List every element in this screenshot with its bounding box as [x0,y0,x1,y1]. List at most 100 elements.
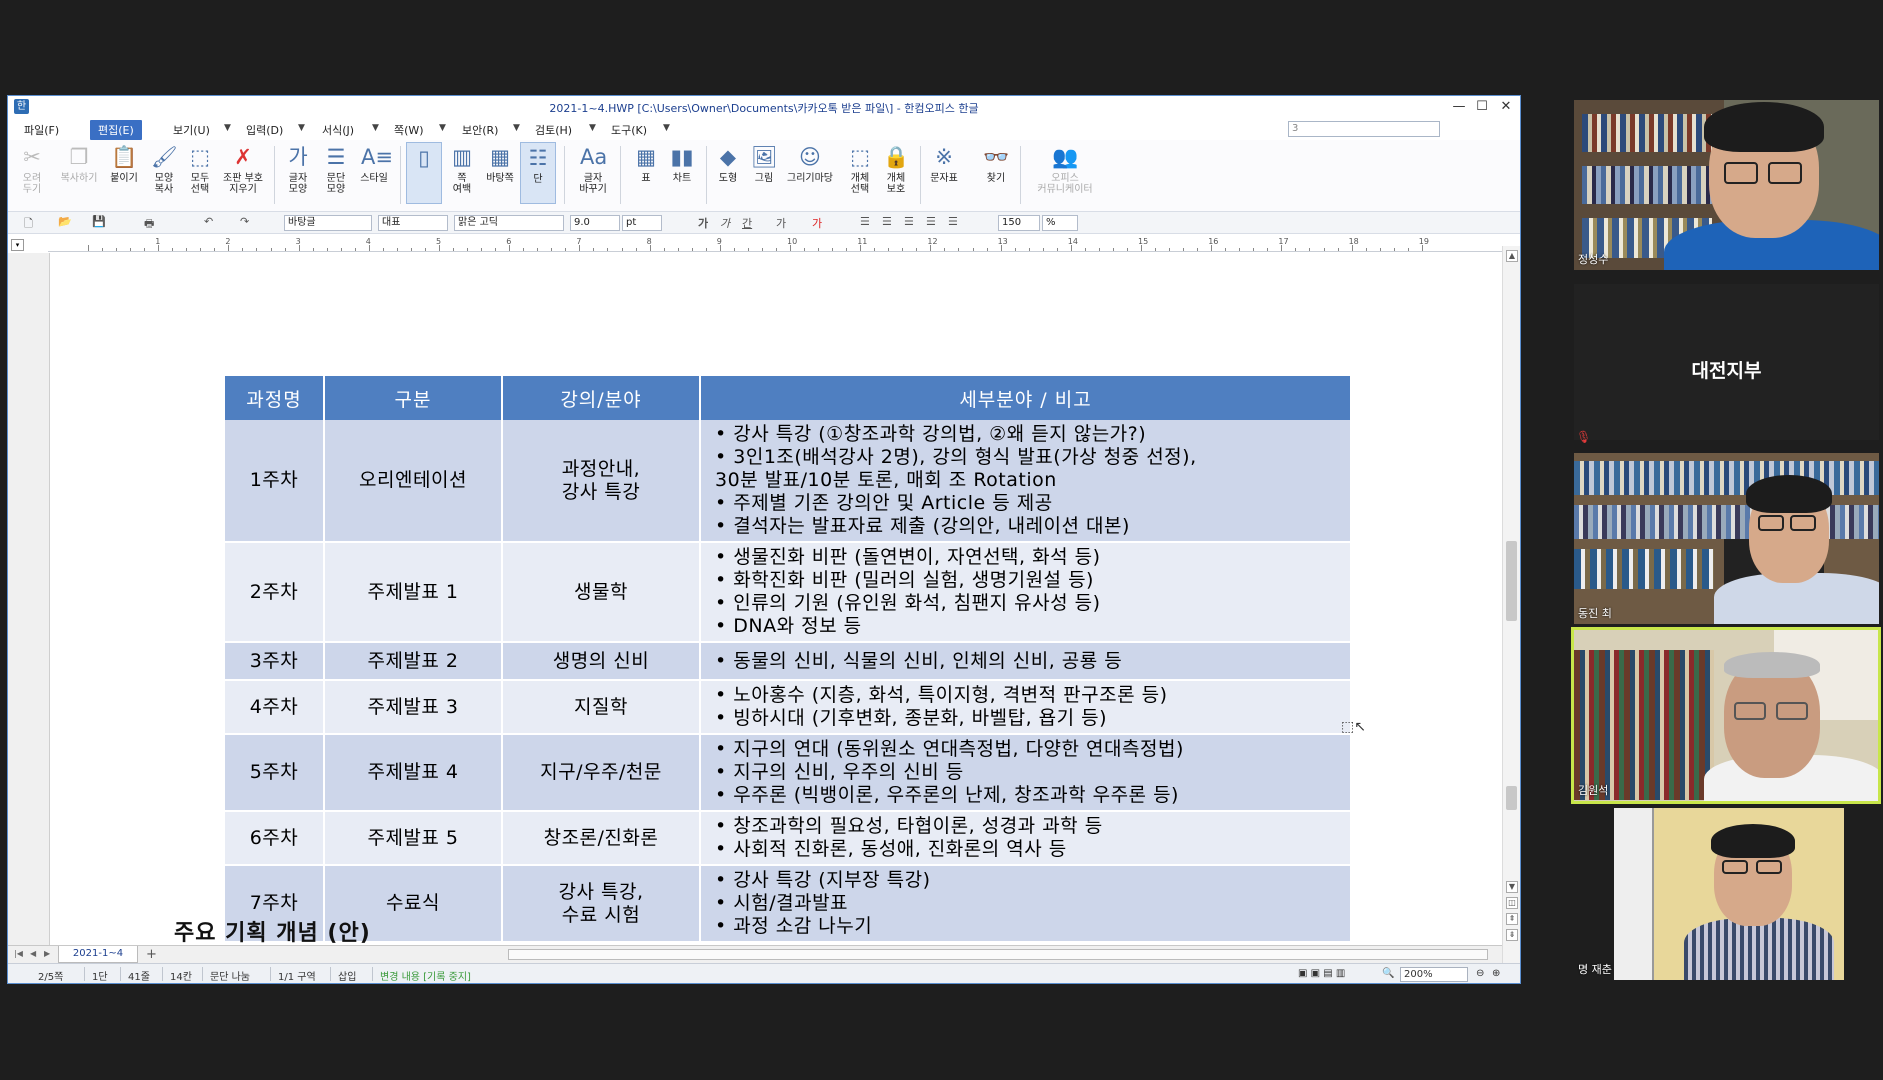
align-right-icon[interactable]: ☰ [926,215,936,228]
tab-next-icon[interactable]: ▶ [44,949,50,958]
menu-review[interactable]: 검토(H) [535,122,572,138]
line-spacing-unit[interactable]: % [1042,215,1078,231]
menu-tools[interactable]: 도구(K) [611,122,647,138]
view-mode-icon[interactable]: ▣ ▣ ▤ ▥ [1298,968,1345,979]
open-folder-icon[interactable]: 📂 [58,215,72,228]
scroll-up-icon[interactable]: ▲ [1506,250,1518,262]
horizontal-scrollbar[interactable] [508,949,1488,960]
drawing-gallery-button[interactable]: ☺ 그리기마당 [784,142,836,184]
zoom-out-icon[interactable]: ⊖ [1476,968,1484,979]
menu-view[interactable]: 보기(U) [173,122,210,138]
italic-icon[interactable]: 가 [720,215,730,231]
participant-tile[interactable]: 명 재춘 [1574,808,1879,980]
paste-button[interactable]: 📋 붙이기 [106,142,142,184]
menu-insert[interactable]: 입력(D) [246,122,283,138]
para-shape-button[interactable]: ☰ 문단 모양 [318,142,354,195]
ruler-tick [635,248,637,251]
char-shape-button[interactable]: 가 글자 모양 [280,142,316,195]
ruler-tick [1169,248,1171,251]
strikethrough-icon[interactable]: 가 [776,215,786,231]
ruler-tick [537,248,539,251]
menu-file[interactable]: 파일(F) [24,122,59,138]
new-doc-icon[interactable]: 🗋 [24,215,33,234]
document-tab[interactable]: 2021-1~4 [58,946,138,963]
ruler-toggle[interactable]: ▾ [11,239,24,251]
participant-tile[interactable]: 정성수 [1574,100,1879,270]
tab-prev-icon[interactable]: ◀ [30,949,36,958]
font-size-input[interactable]: 9.0 [570,215,620,231]
redo-icon[interactable]: ↷ [240,215,249,228]
bold-icon[interactable]: 가 [698,215,708,231]
horizontal-ruler[interactable]: 1 2 3 4 5 6 7 8 9 10 11 12 13 14 15 16 17 18 19 [48,236,1508,252]
line-spacing-input[interactable]: 150 [998,215,1040,231]
find-button[interactable]: 👓 찾기 [978,142,1014,184]
undo-icon[interactable]: ↶ [204,215,213,228]
print-icon[interactable]: 🖶 [144,215,154,234]
page-prev-icon[interactable]: ◫ [1506,897,1518,909]
office-communicator-button[interactable]: 👥 오피스 커뮤니케이터 [1030,142,1100,195]
shape-copy-button[interactable]: 🖌 모양 복사 [146,142,182,195]
align-justify-icon[interactable]: ☰ [860,215,870,228]
object-select-button[interactable]: ⬚ 개체 선택 [842,142,878,195]
vertical-scrollbar[interactable]: ▲ ▼ ◫ ⇞ ⇟ [1502,246,1520,964]
object-protect-button[interactable]: 🔒 개체 보호 [878,142,914,195]
columns-button[interactable]: ☷ 단 [520,142,556,204]
ruler-tick [270,248,272,251]
table-button[interactable]: ▦ 표 [628,142,664,184]
align-distribute-icon[interactable]: ☰ [948,215,958,228]
zoom-icon[interactable]: 🔍 [1382,968,1394,979]
style-button[interactable]: A≡ 스타일 [356,142,393,184]
background-page-icon: ▦ [490,145,510,169]
copy-button[interactable]: ❐ 복사하기 [56,142,102,184]
scroll-thumb-secondary[interactable] [1506,786,1517,810]
page-down-icon[interactable]: ⇟ [1506,929,1518,941]
save-icon[interactable]: 💾 [92,215,106,228]
tab-first-icon[interactable]: |◀ [14,949,23,958]
style-select[interactable]: 바탕글 [284,215,372,231]
picture-button[interactable]: 🖼 그림 [746,142,782,184]
cell-text: 4주차 [249,695,299,718]
char-table-button[interactable]: ※ 문자표 [926,142,962,184]
font-unit-select[interactable]: pt [622,215,662,231]
page-view-button[interactable]: ▯ [406,142,442,204]
ruler-tick [467,248,469,251]
shapes-button[interactable]: ◆ 도형 [710,142,746,184]
maximize-button[interactable]: ☐ [1471,97,1493,117]
background-page-button[interactable]: ▦ 바탕쪽 [482,142,518,184]
scroll-thumb[interactable] [1506,541,1517,621]
paragraph-icon: ☰ [326,145,346,169]
participant-tile[interactable]: 동진 최 [1574,453,1879,624]
font-color-icon[interactable]: 가 [812,215,822,231]
status-track-changes[interactable]: 변경 내용 [기록 중지] [380,968,471,983]
language-select[interactable]: 대표 [378,215,448,231]
char-change-button[interactable]: Aa 글자 바꾸기 [572,142,614,195]
document-selector[interactable]: 3 [1288,121,1440,137]
underline-icon[interactable]: 간 [742,215,752,231]
participant-tile-active-speaker[interactable]: 김원석 [1571,627,1881,804]
minimize-button[interactable]: — [1448,97,1470,117]
status-insert-mode[interactable]: 삽입 [338,968,356,983]
clipboard-icon: 📋 [111,145,138,169]
menu-security[interactable]: 보안(R) [462,122,498,138]
close-button[interactable]: ✕ [1495,97,1517,117]
status-page[interactable]: 2/5쪽 [38,968,63,983]
ruler-number: 8 [646,237,652,246]
document-area[interactable]: 과정명 구분 강의/분야 세부분야 / 비고 1주차 오리엔테이션 과정안내, 강사… [8,253,1502,945]
menu-format[interactable]: 서식(J) [322,122,354,138]
font-select[interactable]: 맑은 고딕 [454,215,564,231]
cut-button[interactable]: ✂ 오려 두기 [14,142,50,195]
zoom-in-icon[interactable]: ⊕ [1492,968,1500,979]
clear-format-button[interactable]: ✗ 조판 부호 지우기 [218,142,268,195]
page-up-icon[interactable]: ⇞ [1506,913,1518,925]
menu-page[interactable]: 쪽(W) [394,122,424,138]
menu-edit[interactable]: 편집(E) [90,120,142,140]
scroll-down-icon[interactable]: ▼ [1506,881,1518,893]
add-tab-icon[interactable]: + [146,947,157,962]
participant-tile[interactable]: 대전지부 [1574,284,1879,440]
align-center-icon[interactable]: ☰ [904,215,914,228]
align-left-icon[interactable]: ☰ [882,215,892,228]
select-all-button[interactable]: ⬚ 모두 선택 [182,142,218,195]
page-margin-button[interactable]: ▥ 쪽 여백 [444,142,480,195]
zoom-select[interactable]: 200% [1400,967,1468,982]
chart-button[interactable]: ▮▮ 차트 [664,142,700,184]
